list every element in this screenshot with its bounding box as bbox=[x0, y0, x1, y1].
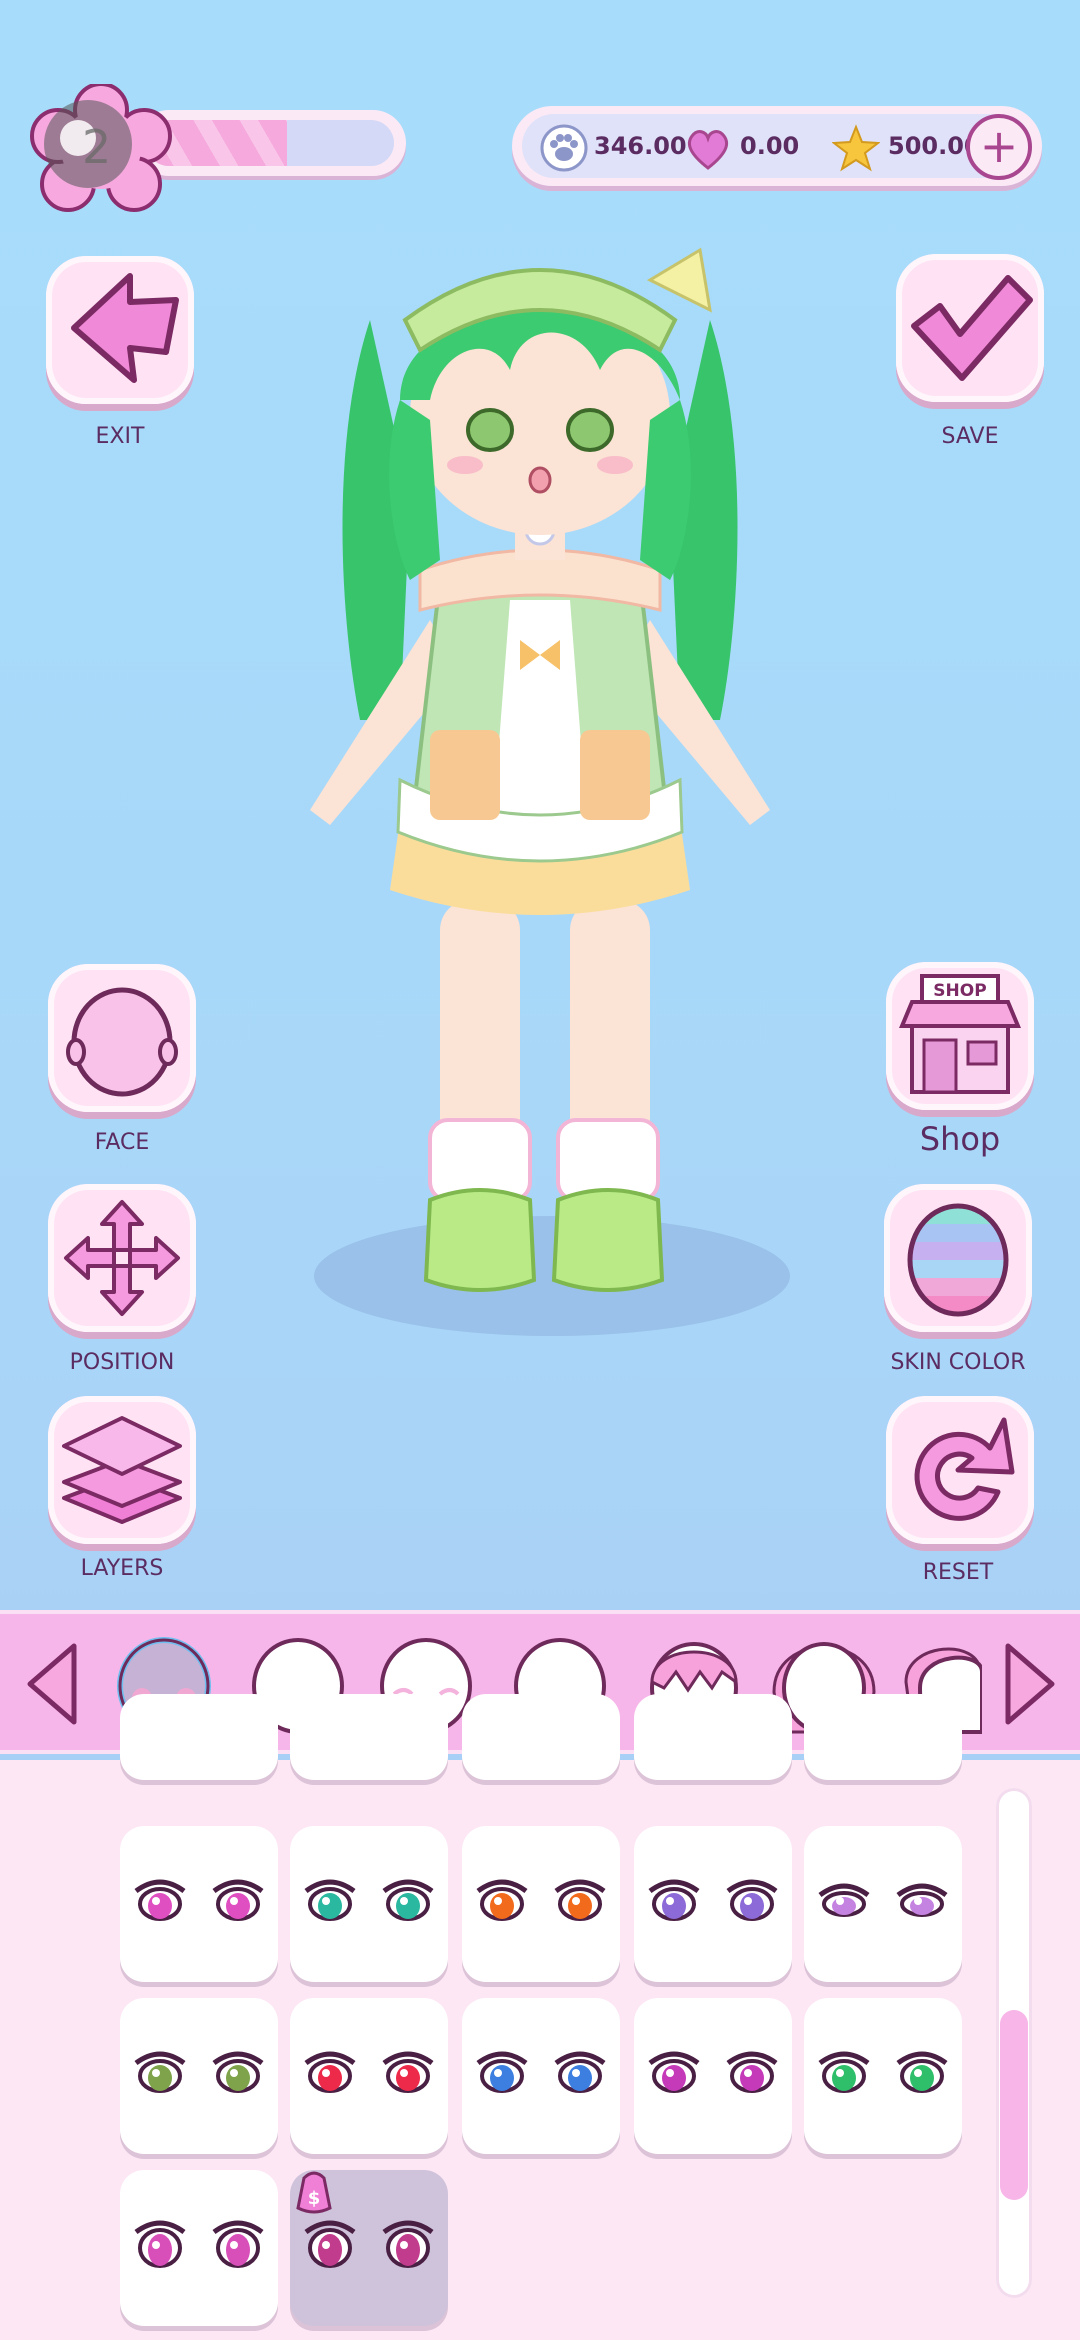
shop-button[interactable]: SHOP bbox=[886, 962, 1034, 1110]
eye-pair-icon bbox=[476, 2051, 606, 2093]
layers-button[interactable] bbox=[48, 1396, 196, 1544]
eye-pair-icon bbox=[818, 2051, 948, 2093]
character-avatar bbox=[310, 247, 790, 1336]
face-icon bbox=[66, 987, 178, 1097]
heart-icon bbox=[687, 130, 729, 170]
heart-currency-value: 0.00 bbox=[740, 132, 800, 160]
eye-pair-icon bbox=[134, 1879, 264, 1921]
eye-pair-icon bbox=[134, 2220, 264, 2268]
position-button[interactable] bbox=[48, 1184, 196, 1332]
option-cell-partial[interactable] bbox=[462, 1694, 620, 1780]
layers-label: LAYERS bbox=[80, 1556, 164, 1581]
category-prev-button[interactable] bbox=[16, 1636, 86, 1732]
eye-option-4[interactable] bbox=[634, 1826, 792, 1982]
price-tag-icon: $ bbox=[296, 2171, 332, 2214]
eye-pair-icon bbox=[304, 2051, 434, 2093]
position-label: POSITION bbox=[69, 1350, 175, 1375]
eye-option-7[interactable] bbox=[290, 1998, 448, 2154]
eye-option-8[interactable] bbox=[462, 1998, 620, 2154]
option-cell-partial[interactable] bbox=[120, 1694, 278, 1780]
level-indicator: 2 bbox=[26, 84, 406, 212]
eye-option-6[interactable] bbox=[120, 1998, 278, 2154]
option-cell-partial[interactable] bbox=[290, 1694, 448, 1780]
star-icon bbox=[832, 124, 880, 172]
eye-option-12[interactable]: $ bbox=[290, 2170, 448, 2326]
eye-option-3[interactable] bbox=[462, 1826, 620, 1982]
options-scrollbar[interactable] bbox=[996, 1788, 1032, 2298]
paw-currency-value: 346.00 bbox=[594, 132, 687, 160]
paw-icon bbox=[540, 124, 588, 172]
exit-button[interactable] bbox=[46, 256, 194, 404]
save-button[interactable] bbox=[896, 254, 1044, 402]
eye-option-1[interactable] bbox=[120, 1826, 278, 1982]
eye-option-10[interactable] bbox=[804, 1998, 962, 2154]
checkmark-icon bbox=[911, 275, 1033, 381]
eye-option-2[interactable] bbox=[290, 1826, 448, 1982]
shop-label: Shop bbox=[919, 1120, 1001, 1158]
exit-label: EXIT bbox=[95, 424, 145, 449]
eye-option-9[interactable] bbox=[634, 1998, 792, 2154]
back-arrow-icon bbox=[71, 273, 179, 383]
eye-pair-icon bbox=[304, 1879, 434, 1921]
category-next-button[interactable] bbox=[996, 1636, 1066, 1732]
reset-label: RESET bbox=[922, 1560, 994, 1585]
eye-option-11[interactable] bbox=[120, 2170, 278, 2326]
eye-pair-icon bbox=[648, 1879, 778, 1921]
eye-pair-icon bbox=[818, 1883, 948, 1917]
face-button[interactable] bbox=[48, 964, 196, 1112]
eye-pair-icon bbox=[476, 1879, 606, 1921]
shop-sign-text: SHOP bbox=[933, 981, 986, 1001]
svg-text:$: $ bbox=[308, 2188, 321, 2209]
option-cell-partial[interactable] bbox=[634, 1694, 792, 1780]
shop-icon: SHOP bbox=[899, 974, 1021, 1094]
add-currency-button[interactable]: + bbox=[966, 114, 1032, 180]
reset-icon bbox=[914, 1417, 1015, 1521]
level-progress-bar bbox=[136, 110, 406, 176]
scrollbar-thumb[interactable] bbox=[1000, 2010, 1028, 2201]
skin-color-label: SKIN COLOR bbox=[890, 1350, 1026, 1375]
face-label: FACE bbox=[94, 1130, 150, 1155]
option-cell-partial[interactable] bbox=[804, 1694, 962, 1780]
eye-pair-icon bbox=[648, 2051, 778, 2093]
currency-bar: 346.00 0.00 500.00 + bbox=[512, 106, 1042, 186]
move-arrows-icon bbox=[64, 1200, 180, 1316]
eye-pair-icon bbox=[134, 2051, 264, 2093]
save-label: SAVE bbox=[941, 424, 999, 449]
reset-button[interactable] bbox=[886, 1396, 1034, 1544]
rainbow-head-icon bbox=[907, 1203, 1009, 1317]
skin-color-button[interactable] bbox=[884, 1184, 1032, 1332]
layers-icon bbox=[62, 1416, 182, 1524]
eye-option-5[interactable] bbox=[804, 1826, 962, 1982]
level-number: 2 bbox=[82, 120, 112, 174]
